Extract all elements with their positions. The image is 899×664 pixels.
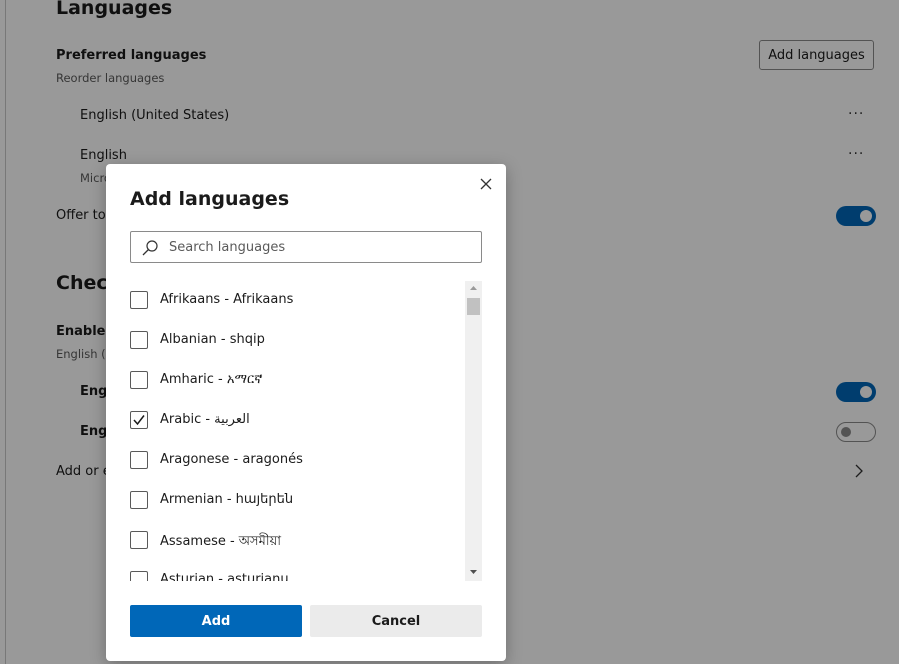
list-item[interactable]: Assamese - অসমীয়া <box>130 521 450 561</box>
list-item[interactable]: Arabic - العربية <box>130 401 450 441</box>
scroll-up-arrow-icon[interactable] <box>465 281 482 295</box>
checkbox[interactable] <box>130 451 148 469</box>
checkbox[interactable] <box>130 491 148 509</box>
scrollbar-thumb[interactable] <box>467 298 480 315</box>
list-item-label: Armenian - հայերեն <box>160 492 294 507</box>
add-button[interactable]: Add <box>130 605 302 637</box>
list-item[interactable]: Afrikaans - Afrikaans <box>130 281 450 321</box>
checkbox-checked[interactable] <box>130 411 148 429</box>
list-item[interactable]: Asturian - asturianu <box>130 561 450 581</box>
list-item[interactable]: Armenian - հայերեն <box>130 481 450 521</box>
list-item-label: Aragonese - aragonés <box>160 452 303 467</box>
checkbox[interactable] <box>130 331 148 349</box>
checkbox[interactable] <box>130 531 148 549</box>
checkbox[interactable] <box>130 291 148 309</box>
list-item-label: Arabic - العربية <box>160 412 250 427</box>
list-item-label: Albanian - shqip <box>160 332 265 347</box>
cancel-button[interactable]: Cancel <box>310 605 482 637</box>
list-item-label: Assamese - অসমীয়া <box>160 534 282 549</box>
list-item[interactable]: Albanian - shqip <box>130 321 450 361</box>
dialog-title: Add languages <box>130 188 290 210</box>
add-languages-dialog: Add languages Afrikaans - Afrikaans Alba… <box>106 164 506 661</box>
list-item-label: Asturian - asturianu <box>160 572 289 581</box>
checkmark-icon <box>133 415 145 426</box>
checkbox[interactable] <box>130 571 148 581</box>
language-list: Afrikaans - Afrikaans Albanian - shqip A… <box>130 281 482 581</box>
scroll-down-arrow-icon[interactable] <box>465 565 482 579</box>
search-icon <box>142 240 158 256</box>
list-item[interactable]: Amharic - አማርኛ <box>130 361 450 401</box>
search-input[interactable] <box>169 232 469 262</box>
list-item[interactable]: Aragonese - aragonés <box>130 441 450 481</box>
list-scrollbar[interactable] <box>465 281 482 581</box>
checkbox[interactable] <box>130 371 148 389</box>
list-item-label: Afrikaans - Afrikaans <box>160 292 294 307</box>
search-box[interactable] <box>130 231 482 263</box>
list-item-label: Amharic - አማርኛ <box>160 372 263 387</box>
close-icon[interactable] <box>476 174 496 194</box>
